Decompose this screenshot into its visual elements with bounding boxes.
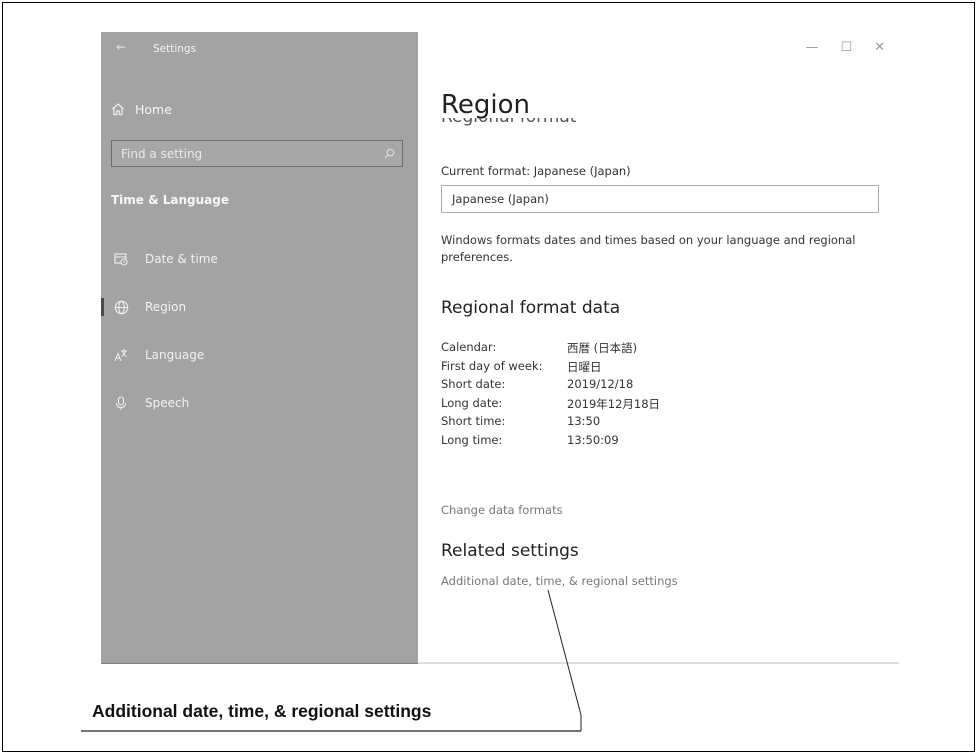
callout-lines <box>81 589 899 732</box>
callout-label: Additional date, time, & regional settin… <box>92 701 432 721</box>
callout-leader-line <box>547 589 582 716</box>
